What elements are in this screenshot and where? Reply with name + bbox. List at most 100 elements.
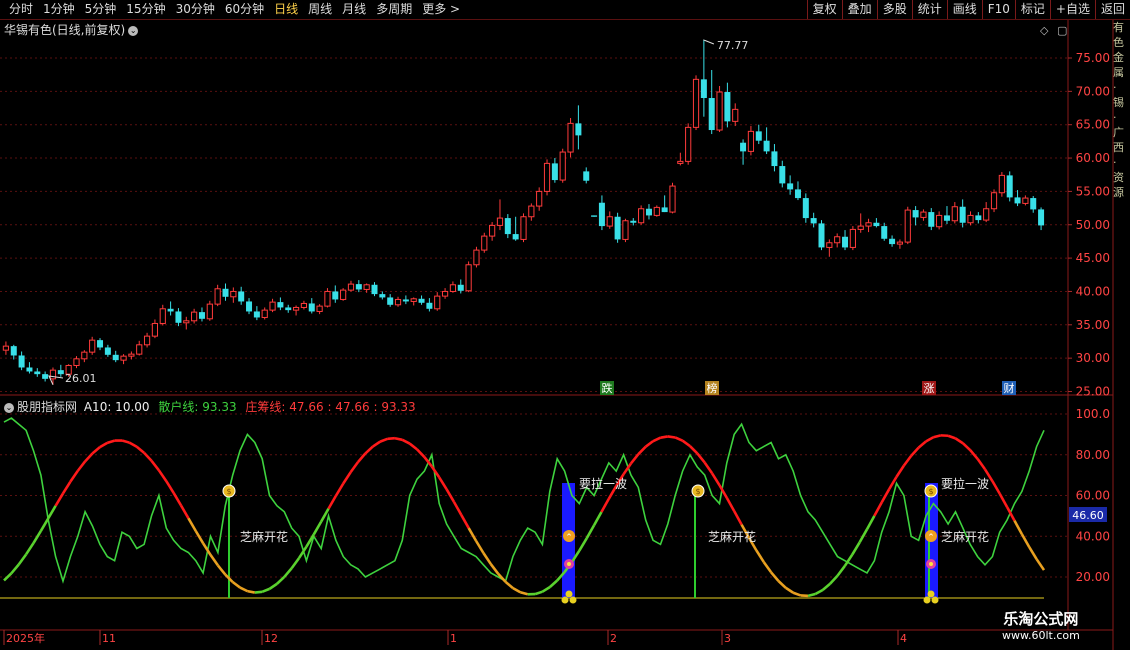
candle-body [206,303,213,320]
candle-body [159,308,166,324]
candle-body [881,226,888,239]
candle-body [18,355,25,368]
candle-body [253,311,260,318]
sanhu-line [3,417,1045,584]
zhuang-line-segment [290,557,301,570]
candle-body [183,320,190,324]
candle-body [340,289,347,300]
zhuang-line-segment [733,510,743,526]
zhuang-line-segment [519,591,529,596]
candle-body [300,302,308,308]
candle-body [630,220,637,223]
price-tick-label: 75.00 [1076,51,1110,65]
candle-body [802,198,809,219]
candle-body [10,346,17,356]
candle-body [583,171,590,181]
panel-icon[interactable]: ▢ [1057,24,1067,37]
dot-cluster-icon [561,596,569,604]
money-bag-symbol: $ [695,487,700,496]
zhuang-line-segment [416,448,426,458]
candle-body [136,344,143,355]
watermark-url: www.60lt.com [1002,629,1080,642]
candle-body [261,309,268,318]
zhuang-line-segment [135,445,145,454]
money-bag-symbol: $ [226,487,231,496]
indicator-tick-label: 100.0 [1076,407,1110,421]
zhuang-line-segment [39,517,50,532]
zhuang-line-segment [1028,546,1038,560]
candle-body [951,206,958,222]
zhuang-line-segment [408,442,418,451]
candle-body [198,312,205,319]
candle-body [73,358,80,366]
indicator-tick-label: 40.00 [1076,529,1110,543]
money-bag-symbol: $ [928,487,933,496]
zhuang-line-segment [128,441,138,448]
zhuang-line-segment [121,439,130,444]
candle-body [104,347,111,355]
candle-body [292,306,300,311]
candle-body [967,214,974,224]
candle-body [857,225,864,230]
candle-body [191,311,198,322]
candle-body [473,249,480,266]
candle-body [740,142,747,152]
kline-chart[interactable]: 75.00 70.00 65.00 60.00 55.00 50.00 45.00 40.00… [0,0,1130,650]
candle-body [912,210,919,218]
zhuang-line-segment [836,565,846,577]
candle-body [559,151,566,181]
candle-body [504,218,511,235]
price-tick-label: 65.00 [1076,118,1110,132]
time-tick-label: 4 [900,632,907,645]
zhuang-line-segment [689,445,699,455]
zhuang-line-segment [770,571,780,582]
candle-body [936,214,943,228]
candle-body [826,242,833,248]
zhuang-line-segment [512,586,521,594]
candle-body [653,206,660,216]
time-tick-label: 2025年 [6,631,45,645]
zhuang-line-segment [387,436,396,441]
zhuang-line-segment [445,488,456,503]
zhuang-line-segment [504,580,514,590]
candle-body [536,190,543,207]
candle-body [818,223,825,248]
zhuang-line-segment [667,435,676,439]
zhuang-line-segment [187,517,197,532]
candle-body [638,208,645,224]
price-tick-label: 35.00 [1076,318,1110,332]
candle-body [481,235,488,251]
candle-body [489,224,496,237]
event-tag-label: 榜 [707,381,718,395]
zhuang-line-segment [1013,520,1024,535]
candle-body [896,241,904,245]
candle-body [457,284,464,291]
candle-body [1030,198,1037,210]
zhuang-line-segment [674,436,684,442]
candle-body [355,284,362,290]
candle-body [606,216,613,227]
diamond-icon[interactable]: ◇ [1040,24,1049,37]
candle-body [700,79,707,99]
candle-body [990,192,998,210]
zhuang-line-segment [364,445,374,455]
zhuang-line-segment [91,446,101,455]
zhuang-line-segment [762,561,773,574]
zhuang-line-segment [342,471,352,485]
annotation-zhima: 芝麻开花 [240,529,288,544]
price-tick-label: 55.00 [1076,184,1110,198]
price-tick-label: 25.00 [1076,385,1110,399]
candle-body [724,92,731,122]
candle-body [598,202,605,227]
time-tick-label: 12 [264,632,278,645]
zhuang-line-segment [947,434,956,440]
time-tick-label: 2 [610,632,617,645]
candle-body [418,298,425,303]
zhuang-line-segment [578,537,588,552]
candle-body [645,208,652,216]
candle-body [81,351,88,360]
zhuang-line-segment [261,587,271,593]
indicator-tick-label: 60.00 [1076,489,1110,503]
zhuang-line-segment [534,590,543,596]
candle-body [983,208,990,221]
